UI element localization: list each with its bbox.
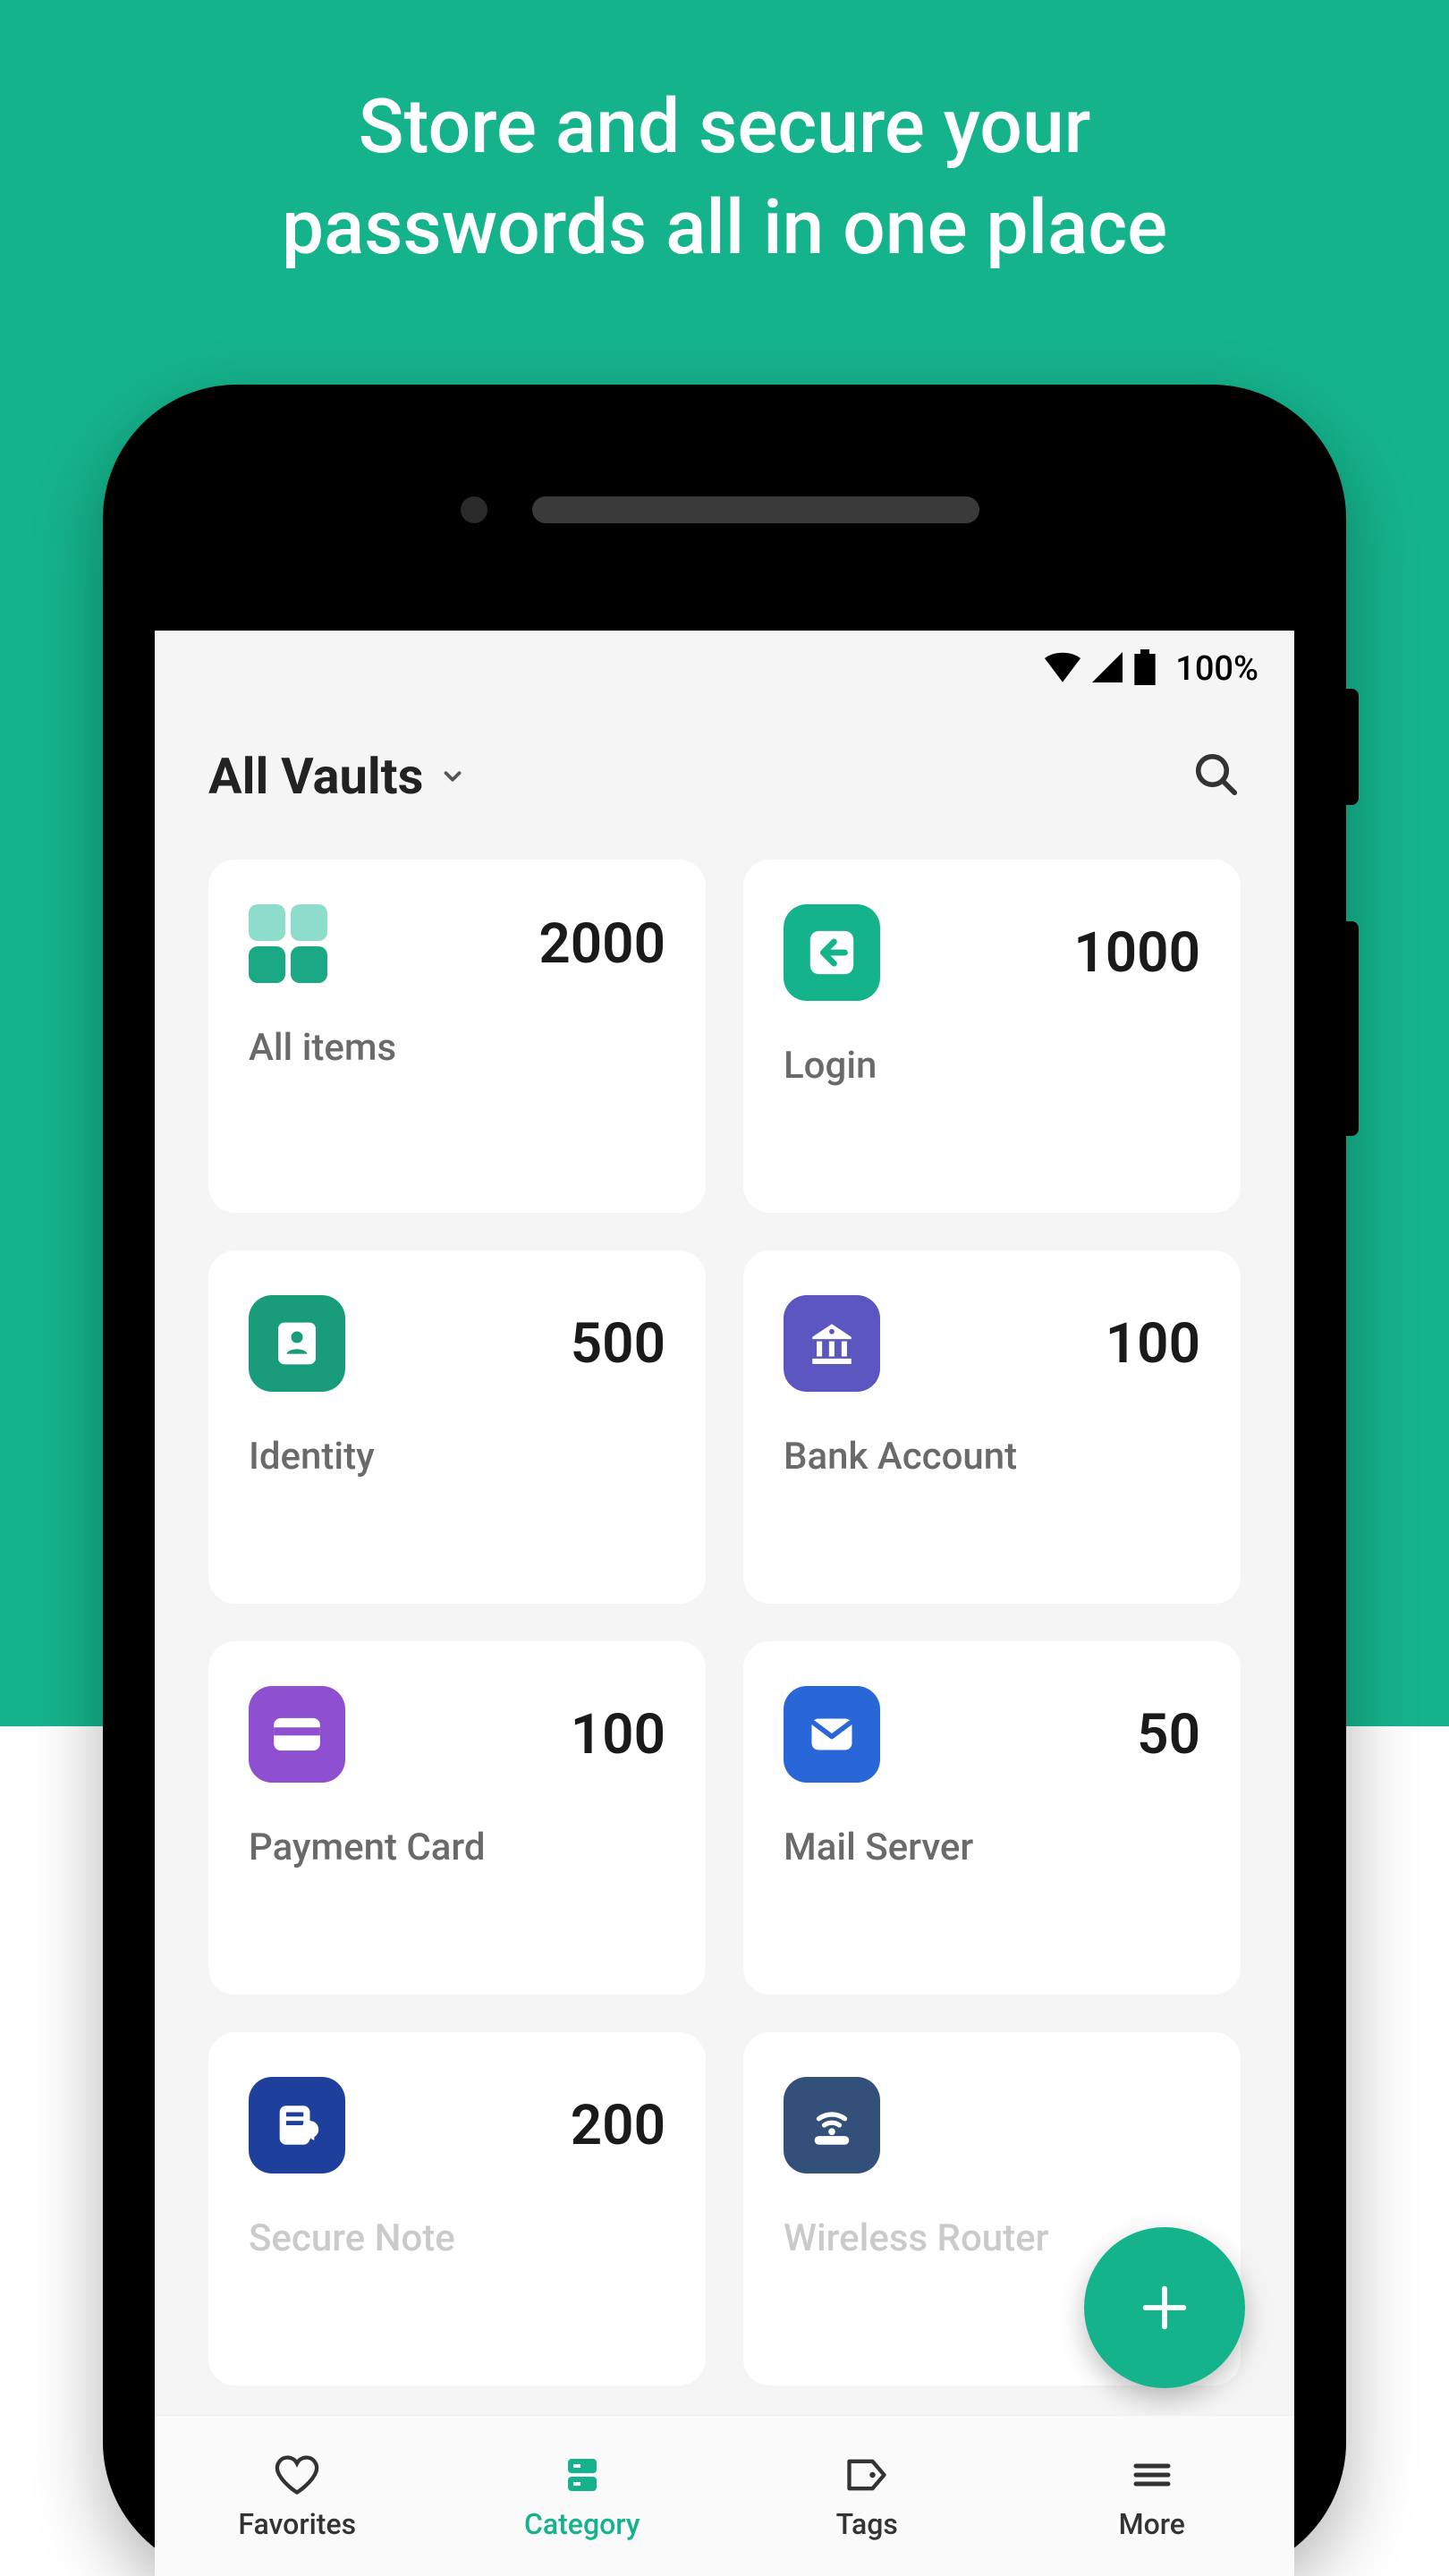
nav-tags[interactable]: Tags xyxy=(724,2416,1010,2576)
battery-percentage: 100% xyxy=(1175,649,1258,689)
statusbar: 100% xyxy=(155,631,1294,707)
all-items-icon xyxy=(249,904,327,983)
card-label: Payment Card xyxy=(249,1826,665,1869)
card-count: 100 xyxy=(571,1702,665,1767)
nav-label: Favorites xyxy=(238,2507,356,2541)
nav-favorites[interactable]: Favorites xyxy=(155,2416,440,2576)
cellular-icon xyxy=(1091,652,1123,686)
vault-title: All Vaults xyxy=(208,747,423,806)
card-secure-note[interactable]: 200 Secure Note xyxy=(208,2032,706,2385)
card-label: Identity xyxy=(249,1435,665,1479)
card-label: Mail Server xyxy=(784,1826,1200,1869)
bottom-nav: Favorites Category Tags More xyxy=(155,2415,1294,2576)
app-screen: 100% All Vaults xyxy=(155,631,1294,2576)
login-icon xyxy=(784,904,880,1001)
card-bank-account[interactable]: 100 Bank Account xyxy=(743,1250,1241,1604)
card-count: 500 xyxy=(571,1311,665,1377)
card-count: 1000 xyxy=(1073,920,1200,986)
nav-category[interactable]: Category xyxy=(440,2416,725,2576)
nav-label: Category xyxy=(524,2507,640,2541)
menu-icon xyxy=(1129,2452,1175,2498)
card-label: Bank Account xyxy=(784,1435,1200,1479)
card-count: 200 xyxy=(571,2093,665,2158)
note-icon xyxy=(249,2077,345,2174)
bank-icon xyxy=(784,1295,880,1392)
card-payment-card[interactable]: 100 Payment Card xyxy=(208,1641,706,1995)
tag-icon xyxy=(843,2452,890,2498)
nav-label: More xyxy=(1119,2507,1185,2541)
category-icon xyxy=(559,2452,606,2498)
identity-icon xyxy=(249,1295,345,1392)
phone-mockup: 100% All Vaults xyxy=(103,385,1346,2576)
heart-icon xyxy=(274,2452,320,2498)
mail-icon xyxy=(784,1686,880,1783)
card-all-items[interactable]: 2000 All items xyxy=(208,860,706,1213)
card-mail-server[interactable]: 50 Mail Server xyxy=(743,1641,1241,1995)
card-count: 2000 xyxy=(538,911,665,977)
router-icon xyxy=(784,2077,880,2174)
credit-card-icon xyxy=(249,1686,345,1783)
nav-more[interactable]: More xyxy=(1010,2416,1295,2576)
card-count: 100 xyxy=(1106,1311,1200,1377)
nav-label: Tags xyxy=(836,2507,898,2541)
card-label: Login xyxy=(784,1044,1200,1088)
marketing-heading: Store and secure your passwords all in o… xyxy=(0,76,1449,279)
search-icon xyxy=(1192,750,1241,799)
plus-icon xyxy=(1136,2279,1193,2336)
chevron-down-icon xyxy=(439,763,466,790)
vault-selector[interactable]: All Vaults xyxy=(208,747,466,806)
card-label: All items xyxy=(249,1026,665,1070)
card-identity[interactable]: 500 Identity xyxy=(208,1250,706,1604)
wifi-icon xyxy=(1045,652,1080,686)
add-button[interactable] xyxy=(1084,2227,1245,2388)
search-button[interactable] xyxy=(1192,750,1241,802)
card-label: Secure Note xyxy=(249,2216,665,2260)
battery-icon xyxy=(1134,649,1156,689)
card-count: 50 xyxy=(1137,1702,1200,1767)
card-login[interactable]: 1000 Login xyxy=(743,860,1241,1213)
